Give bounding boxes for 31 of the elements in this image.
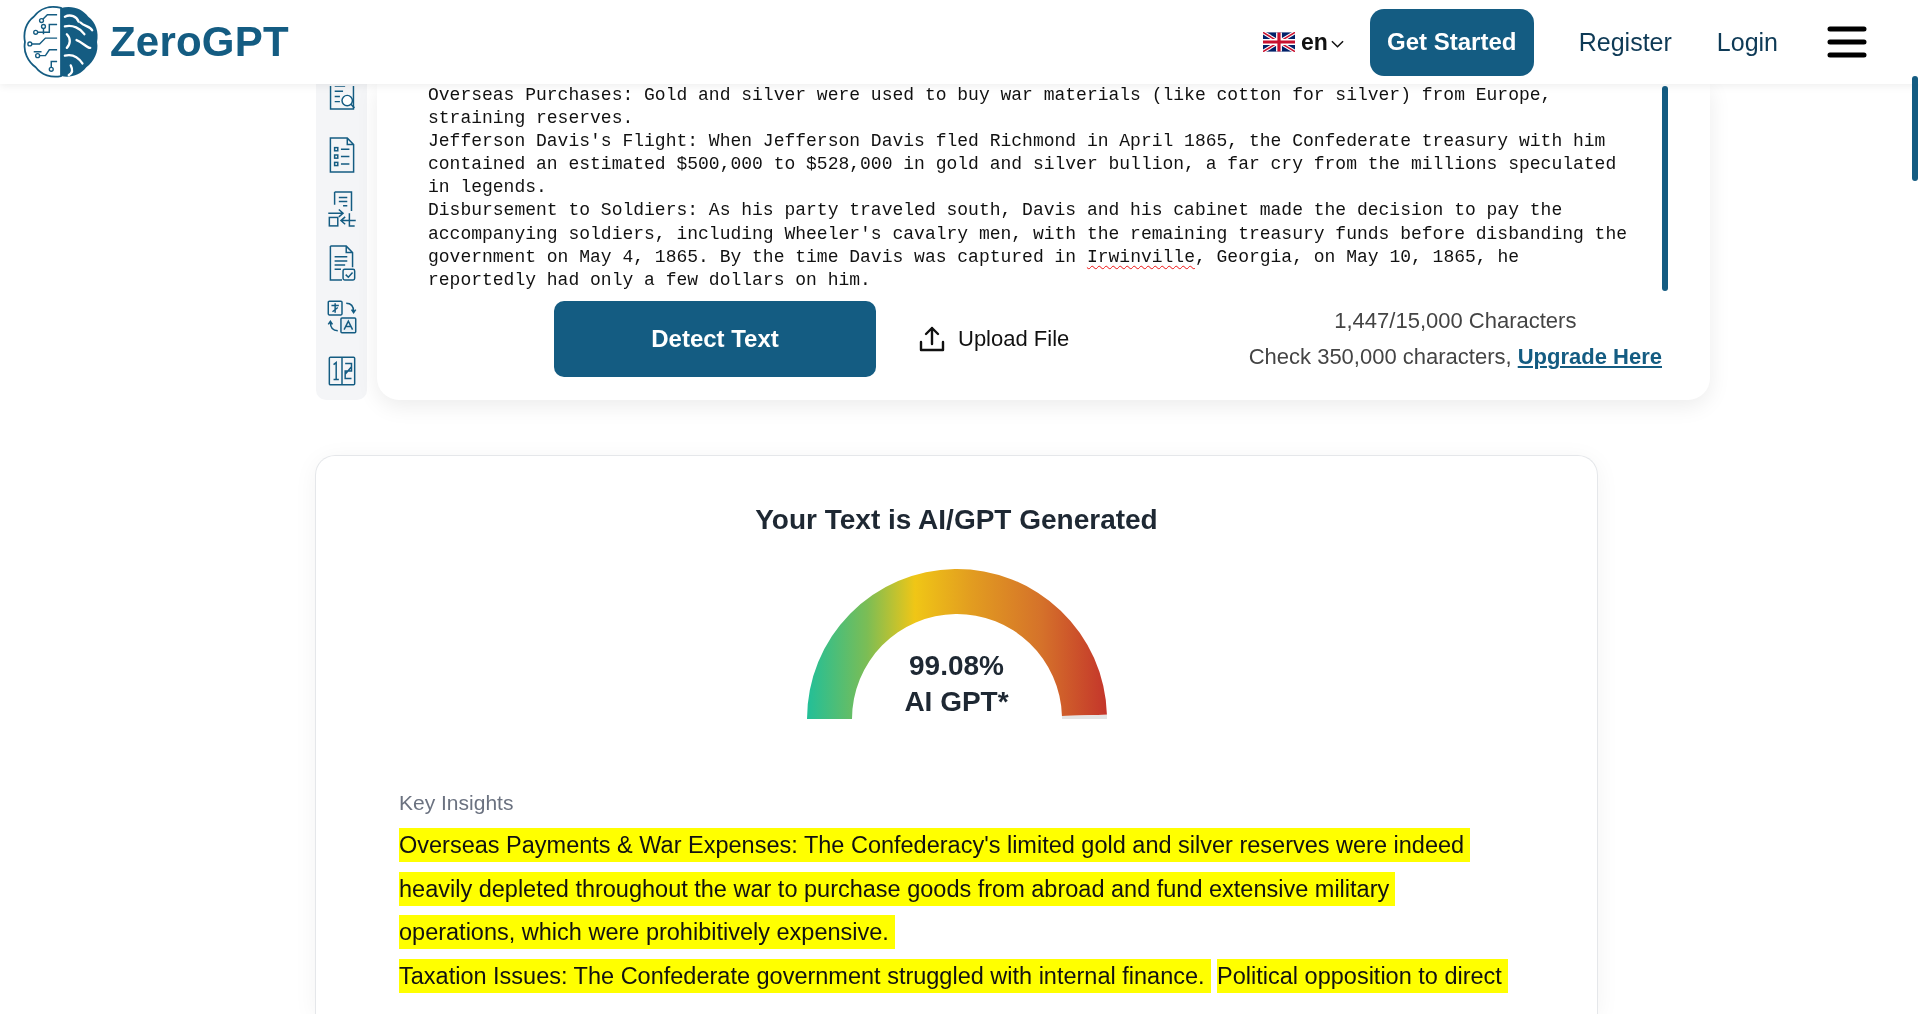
character-count: 1,447/15,000 Characters — [1334, 307, 1577, 335]
gauge-track — [1061, 714, 1107, 719]
insight-text: operations, which were prohibitively expensive. — [399, 915, 895, 950]
upload-file-button[interactable]: Upload File — [918, 325, 1070, 353]
get-started-button[interactable]: Get Started — [1369, 8, 1534, 76]
uk-flag-icon — [1262, 32, 1295, 52]
scrollbar-thumb[interactable] — [1912, 76, 1918, 181]
text-input-field[interactable]: Overseas Purchases: Gold and silver were used to buy war materials (like cotton for silver) from Europe, straining reserves. Jefferson Davis's Flight: When Jefferson Davis fled Richmond in April 1865, the Confederate treasury with him contained an estimated $500,000 to $528,000 in gold and silver bullion, a far cry from the millions speculated in legends. Disbursement to Soldiers: As his party traveled south, Davis and his cabinet made the decision to pay the accompanying soldiers, including Wheeler's cavalry men, with the remaining treasury funds before disbanding the government on May 4, 1865. By the time Davis was captured in Irwinville, Georgia, on May 10, 1865, he reportedly had only a few dollars on him. — [428, 84, 1673, 290]
logo-text[interactable]: ZeroGPT — [110, 18, 289, 66]
result-title: Your Text is AI/GPT Generated — [755, 503, 1158, 537]
nav-link[interactable]: Register — [1578, 27, 1672, 57]
document-arrows-icon[interactable] — [325, 190, 358, 228]
scrollbar-thumb[interactable] — [1662, 86, 1668, 291]
misspelled-word: Irwinville — [1086, 246, 1195, 267]
gauge-label: AI GPT* — [904, 685, 1009, 719]
insights-heading: Key Insights — [399, 790, 514, 816]
insight-text: heavily depleted throughout the war to purchase goods from abroad and fund extensive military — [399, 871, 1396, 906]
upgrade-link[interactable]: Upgrade Here — [1517, 344, 1662, 369]
nav-link[interactable]: Login — [1716, 27, 1778, 57]
upload-icon — [918, 325, 946, 353]
caret-down-icon — [1330, 39, 1344, 48]
translate-icon[interactable] — [325, 298, 358, 336]
insight-text: Taxation Issues: The Confederate government struggled with internal finance. — [399, 958, 1211, 993]
brain-logo-icon[interactable] — [22, 5, 100, 79]
insight-text: Overseas Payments & War Expenses: The Confederacy's limited gold and silver reserves were indeed — [399, 828, 1471, 862]
language-selector[interactable]: en — [1262, 28, 1344, 56]
upgrade-note: Check 350,000 characters, Upgrade Here — [1248, 343, 1662, 371]
insight-text: Political opposition to direct — [1217, 958, 1508, 993]
gauge-percentage: 99.08% — [909, 649, 1004, 683]
menu-icon[interactable] — [1827, 26, 1867, 58]
detect-text-button[interactable]: Detect Text — [554, 301, 876, 377]
